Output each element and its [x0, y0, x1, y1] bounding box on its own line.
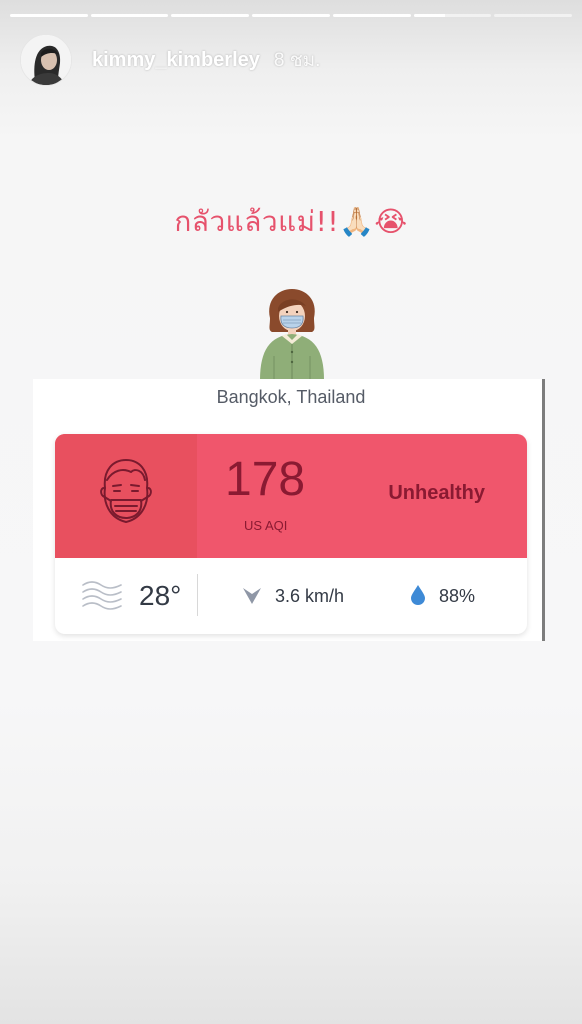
story-progress-bar [10, 14, 573, 17]
wind-direction-icon [243, 588, 261, 604]
story-progress-segment [10, 14, 88, 17]
aqi-unit: US AQI [244, 518, 288, 533]
scrollbar[interactable] [542, 379, 545, 641]
story-header: kimmy_kimberley 8 ชม. [20, 34, 320, 86]
aqi-value: 178 [225, 453, 306, 506]
aqi-card: 178 US AQI Unhealthy 28° 3.6 km/h 88% [55, 434, 527, 634]
aqi-face-panel [55, 434, 197, 558]
aqi-status-panel: 178 US AQI Unhealthy [55, 434, 527, 558]
story-progress-segment [413, 14, 492, 17]
avatar-photo [21, 35, 71, 85]
face-mask-icon [100, 459, 152, 523]
story-progress-segment [494, 14, 573, 17]
story-progress-segment [252, 14, 330, 17]
story-progress-segment [90, 14, 169, 17]
story-progress-fill [171, 14, 250, 17]
story-progress-fill [332, 14, 411, 17]
username[interactable]: kimmy_kimberley [92, 49, 260, 72]
haze-icon [82, 581, 122, 610]
story-progress-fill [10, 14, 88, 17]
water-drop-icon [411, 585, 425, 605]
humidity: 88% [439, 586, 476, 606]
weather-row: 28° 3.6 km/h 88% [55, 558, 527, 634]
story-progress-segment [332, 14, 411, 17]
girl-with-mask-sticker [260, 289, 324, 380]
story-progress-fill [90, 14, 169, 17]
story-caption: กลัวแล้วแม่!!🙏🏻😭 [174, 205, 408, 238]
location-label: Bangkok, Thailand [216, 387, 366, 407]
story-progress-segment [171, 14, 250, 17]
temperature: 28° [139, 580, 182, 611]
aqi-status: Unhealthy [388, 482, 485, 504]
post-time: 8 ชม. [273, 50, 321, 71]
avatar[interactable] [20, 34, 72, 86]
story-progress-fill [413, 14, 445, 17]
wind-speed: 3.6 km/h [275, 586, 345, 606]
divider [197, 574, 198, 616]
air-quality-widget: Bangkok, Thailand 178 US AQI Unhealthy 2… [33, 379, 545, 641]
story-progress-fill [252, 14, 330, 17]
